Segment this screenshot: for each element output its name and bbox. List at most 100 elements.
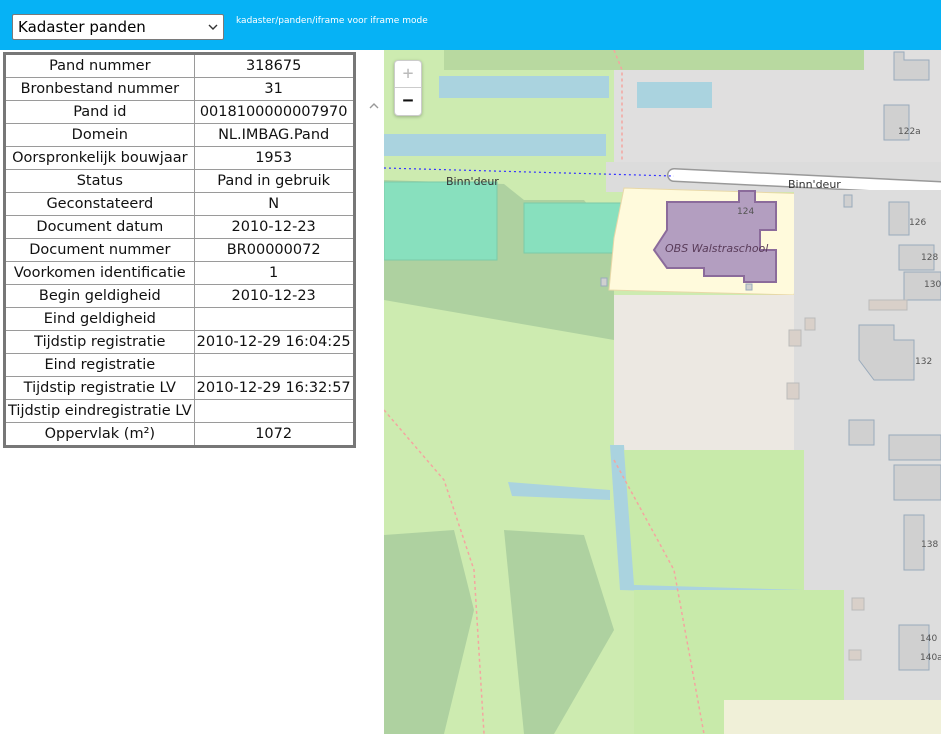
building — [868, 299, 908, 311]
building — [888, 434, 941, 461]
attribute-row: Document nummer BR00000072 — [4, 238, 355, 262]
map-label-housenumber: 140 — [920, 634, 937, 644]
attribute-value — [193, 307, 355, 331]
attribute-row: Pand id 0018100000007970 — [4, 100, 355, 124]
building — [851, 597, 865, 611]
layer-select-value: Kadaster panden — [18, 18, 146, 36]
building — [893, 464, 941, 501]
attribute-label: Geconstateerd — [4, 192, 195, 216]
attribute-label: Document datum — [4, 215, 195, 239]
attribute-row: Begin geldigheid 2010-12-23 — [4, 284, 355, 308]
water-area — [637, 82, 712, 108]
attribute-row: Tijdstip registratie 2010-12-29 16:04:25 — [4, 330, 355, 354]
attribute-value: Pand in gebruik — [193, 169, 355, 193]
highlighted-building — [652, 190, 777, 283]
zoom-in-button[interactable]: + — [395, 61, 421, 88]
attribute-value: 2010-12-23 — [193, 284, 355, 308]
residential-area — [724, 700, 941, 734]
layer-select[interactable]: Kadaster panden — [12, 14, 224, 40]
attribute-value: N — [193, 192, 355, 216]
map-label-street: Binn'deur — [788, 178, 841, 191]
attribute-label: Bronbestand nummer — [4, 77, 195, 101]
residential-area — [614, 295, 794, 455]
map-label-housenumber: 128 — [921, 253, 938, 263]
iframe-mode-path: kadaster/panden/iframe voor iframe mode — [236, 16, 428, 26]
chevron-down-icon — [208, 24, 218, 30]
attribute-label: Voorkomen identificatie — [4, 261, 195, 285]
attribute-label: Domein — [4, 123, 195, 147]
attribute-value: 1953 — [193, 146, 355, 170]
building — [786, 382, 800, 400]
water-area — [384, 134, 606, 156]
attribute-label: Pand id — [4, 100, 195, 124]
attribute-label: Tijdstip registratie LV — [4, 376, 195, 400]
map-label-housenumber: 122a — [898, 127, 921, 137]
attribute-value — [193, 353, 355, 377]
attribute-row: Tijdstip registratie LV 2010-12-29 16:32:… — [4, 376, 355, 400]
building — [788, 329, 802, 347]
attribute-label: Tijdstip registratie — [4, 330, 195, 354]
map-canvas[interactable]: Binn'deur Binn'deur OBS Walstraschool 12… — [384, 50, 941, 734]
attribute-value: BR00000072 — [193, 238, 355, 262]
attribute-value: 2010-12-29 16:04:25 — [193, 330, 355, 354]
attribute-row: Bronbestand nummer 31 — [4, 77, 355, 101]
attribute-row: Status Pand in gebruik — [4, 169, 355, 193]
building — [843, 194, 853, 208]
attribute-value: 31 — [193, 77, 355, 101]
water-area — [439, 76, 609, 98]
attribute-label: Eind geldigheid — [4, 307, 195, 331]
attribute-label: Status — [4, 169, 195, 193]
zoom-out-button[interactable]: − — [395, 88, 421, 114]
map-view[interactable]: Binn'deur Binn'deur OBS Walstraschool 12… — [384, 50, 941, 734]
building — [888, 201, 910, 236]
attribute-row: Oorspronkelijk bouwjaar 1953 — [4, 146, 355, 170]
attribute-label: Tijdstip eindregistratie LV — [4, 399, 195, 423]
map-label-housenumber: 130 — [924, 280, 941, 290]
building — [804, 317, 816, 331]
attribute-value — [193, 399, 355, 423]
attribute-row: Eind registratie — [4, 353, 355, 377]
building — [600, 277, 608, 287]
zoom-control: + − — [394, 60, 422, 116]
attribute-row: Tijdstip eindregistratie LV — [4, 399, 355, 423]
map-label-housenumber: 138 — [921, 540, 938, 550]
attribute-value: 0018100000007970 — [193, 100, 355, 124]
map-label-housenumber: 126 — [909, 218, 926, 228]
attribute-value: NL.IMBAG.Pand — [193, 123, 355, 147]
attribute-label: Begin geldigheid — [4, 284, 195, 308]
sports-pitch — [523, 202, 625, 254]
building — [745, 283, 753, 291]
map-label-school: OBS Walstraschool — [665, 242, 768, 255]
building — [898, 624, 930, 671]
grass-area — [624, 450, 804, 590]
attribute-row: Document datum 2010-12-23 — [4, 215, 355, 239]
sports-pitch — [384, 181, 498, 261]
attribute-label: Oppervlak (m²) — [4, 422, 195, 447]
attribute-row: Pand nummer 318675 — [4, 53, 355, 78]
attribute-label: Eind registratie — [4, 353, 195, 377]
attribute-label: Document nummer — [4, 238, 195, 262]
attribute-value: 318675 — [193, 53, 355, 78]
top-bar: Kadaster panden kadaster/panden/iframe v… — [0, 0, 941, 50]
attribute-label: Oorspronkelijk bouwjaar — [4, 146, 195, 170]
map-label-housenumber: 124 — [737, 207, 754, 217]
attribute-value: 2010-12-29 16:32:57 — [193, 376, 355, 400]
map-label-street: Binn'deur — [446, 175, 499, 188]
map-label-housenumber: 140a — [920, 653, 941, 663]
grass-area — [444, 50, 864, 70]
scroll-up-icon[interactable] — [369, 102, 379, 110]
attribute-row: Geconstateerd N — [4, 192, 355, 216]
attribute-table: Pand nummer 318675 Bronbestand nummer 31 Pan… — [3, 52, 356, 448]
attribute-row: Domein NL.IMBAG.Pand — [4, 123, 355, 147]
attribute-row: Voorkomen identificatie 1 — [4, 261, 355, 285]
attribute-label: Pand nummer — [4, 53, 195, 78]
attribute-value: 1072 — [193, 422, 355, 447]
building — [848, 649, 862, 661]
attribute-row: Eind geldigheid — [4, 307, 355, 331]
building — [848, 419, 875, 446]
attribute-panel: Pand nummer 318675 Bronbestand nummer 31 Pan… — [0, 50, 384, 734]
attribute-value: 1 — [193, 261, 355, 285]
attribute-value: 2010-12-23 — [193, 215, 355, 239]
attribute-row: Oppervlak (m²) 1072 — [4, 422, 355, 447]
map-label-housenumber: 132 — [915, 357, 932, 367]
